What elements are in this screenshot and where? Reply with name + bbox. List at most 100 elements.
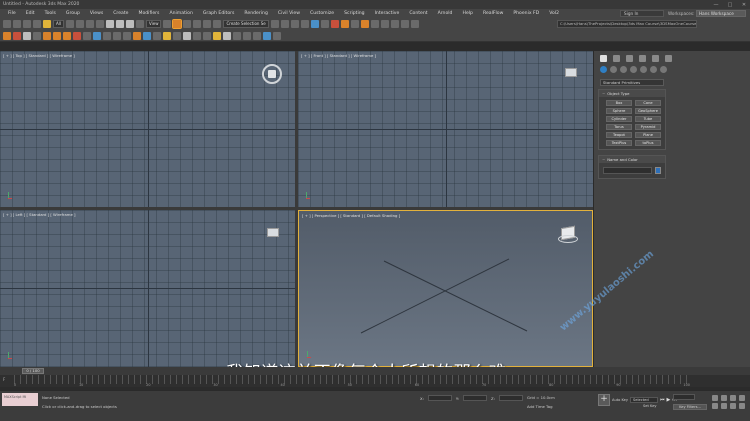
menu-realflow[interactable]: RealFlow [478,11,508,16]
realflow-domain-icon[interactable] [173,32,181,40]
curve-editor-icon[interactable] [310,20,319,28]
display-tab-icon[interactable] [652,55,659,62]
placement-icon[interactable] [135,20,144,28]
close-button[interactable]: ✕ [740,2,748,8]
link-icon[interactable] [23,20,31,28]
plane-button[interactable]: Plane [635,132,661,138]
render-production-icon[interactable] [360,20,369,28]
teapot-button[interactable]: Teapot [606,132,632,138]
workspace-icon[interactable] [400,20,409,28]
pivot-center-icon[interactable] [163,20,172,28]
percent-snap-icon[interactable] [193,20,202,28]
align-icon[interactable] [280,20,289,28]
go-to-start-icon[interactable]: ⏮ [660,397,665,403]
window-crossing-icon[interactable] [95,20,104,28]
space-warps-icon[interactable] [650,66,657,73]
z-coordinate-field[interactable] [498,395,523,401]
script-icon[interactable] [273,32,281,40]
vray-plane-icon[interactable] [123,32,131,40]
geosphere-button[interactable]: GeoSphere [635,108,661,114]
maximize-viewport-icon[interactable] [730,403,736,409]
menu-tools[interactable]: Tools [40,11,61,16]
shapes-icon[interactable] [610,66,617,73]
menu-modifiers[interactable]: Modifiers [133,11,164,16]
viewport-left[interactable]: [ + ] [ Left ] [ Standard ] [ Wireframe … [0,210,295,367]
orbit-icon[interactable] [721,403,727,409]
grid-tool-icon[interactable] [203,32,211,40]
current-frame-field[interactable] [673,394,695,400]
schematic-view-icon[interactable] [320,20,329,28]
menu-vol2[interactable]: Vol2 [544,11,564,16]
add-time-tag-button[interactable]: Add Time Tag [527,404,552,409]
tube-button[interactable]: Tube [635,116,661,122]
track-bar[interactable]: F 0 10 20 30 40 50 60 70 80 90 100 [0,375,750,387]
modify-tab-icon[interactable] [613,55,620,62]
maxscript-listener[interactable]: MAXScript Mi [2,393,38,406]
project-path-field[interactable]: C:\Users\Hans\TheProjects\Desktop\3ds Ma… [557,20,697,28]
render-setup-icon[interactable] [340,20,349,28]
select-object-icon[interactable] [65,20,74,28]
walkthrough-icon[interactable] [739,403,745,409]
light-bulb-icon[interactable] [213,32,221,40]
menu-arnold[interactable]: Arnold [433,11,458,16]
bind-space-warp-icon[interactable] [43,20,51,28]
material-editor-icon[interactable] [330,20,339,28]
mirror-icon[interactable] [270,20,279,28]
selected-dropdown[interactable]: Selected [630,397,659,403]
sign-in-button[interactable]: Sign In [620,10,664,17]
compass-gizmo[interactable] [262,64,282,84]
viewport-label[interactable]: [ + ] [ Front ] [ Standard ] [ Wireframe… [301,53,376,58]
rendered-frame-icon[interactable] [350,20,359,28]
create-tab-icon[interactable] [600,55,607,62]
minimize-button[interactable]: — [712,2,720,8]
utilities-tab-icon[interactable] [665,55,672,62]
layer-explorer-icon[interactable] [290,20,299,28]
viewport-label[interactable]: [ + ] [ Top ] [ Standard ] [ Wireframe ] [3,53,75,58]
redo-icon[interactable] [13,20,21,28]
time-slider[interactable]: 0 / 100 [22,368,44,374]
mesh-tool-icon[interactable] [193,32,201,40]
fullscreen-icon[interactable] [410,20,419,28]
sphere-button[interactable]: Sphere [606,108,632,114]
viewport-top[interactable]: [ + ] [ Top ] [ Standard ] [ Wireframe ] [0,51,295,207]
scale-icon[interactable] [125,20,134,28]
vray-proxy-icon[interactable] [103,32,111,40]
play-icon[interactable]: ▶ [667,397,671,403]
named-selection-sets-dropdown[interactable]: Create Selection Se [223,20,269,28]
phoenix-fire-icon[interactable] [133,32,141,40]
menu-file[interactable]: File [3,11,21,16]
object-name-input[interactable] [603,167,653,174]
quick-toolbar-icon[interactable] [390,20,399,28]
menu-graph-editors[interactable]: Graph Editors [198,11,240,16]
snap-toggle-icon[interactable] [172,19,183,29]
pyramid-button[interactable]: Pyramid [635,124,661,130]
select-by-name-icon[interactable] [75,20,84,28]
systems-icon[interactable] [660,66,667,73]
forest-icon[interactable] [253,32,261,40]
render-cloud-icon[interactable] [370,20,379,28]
zoom-all-icon[interactable] [721,395,727,401]
menu-interactive[interactable]: Interactive [370,11,405,16]
phoenix-source-icon[interactable] [153,32,161,40]
spinner-snap-icon[interactable] [203,20,212,28]
rect-selection-icon[interactable] [85,20,94,28]
unlink-icon[interactable] [33,20,41,28]
object-color-swatch[interactable] [655,167,661,174]
move-icon[interactable] [105,20,114,28]
menu-rendering[interactable]: Rendering [239,11,272,16]
set-key-plus-icon[interactable]: + [598,394,610,406]
vray-camera-icon[interactable] [93,32,101,40]
scatter-icon[interactable] [243,32,251,40]
arnold-sky-icon[interactable] [33,32,41,40]
object-type-header[interactable]: Object Type [599,90,665,97]
menu-views[interactable]: Views [85,11,108,16]
set-key-button[interactable]: Set Key [643,404,657,408]
vray-render-icon[interactable] [43,32,51,40]
cameras-icon[interactable] [630,66,637,73]
x-coordinate-field[interactable] [427,395,452,401]
viewcube-front-icon[interactable] [565,68,577,77]
menu-create[interactable]: Create [108,11,133,16]
field-of-view-icon[interactable] [739,395,745,401]
vray-sun-icon[interactable] [73,32,81,40]
motion-tab-icon[interactable] [639,55,646,62]
